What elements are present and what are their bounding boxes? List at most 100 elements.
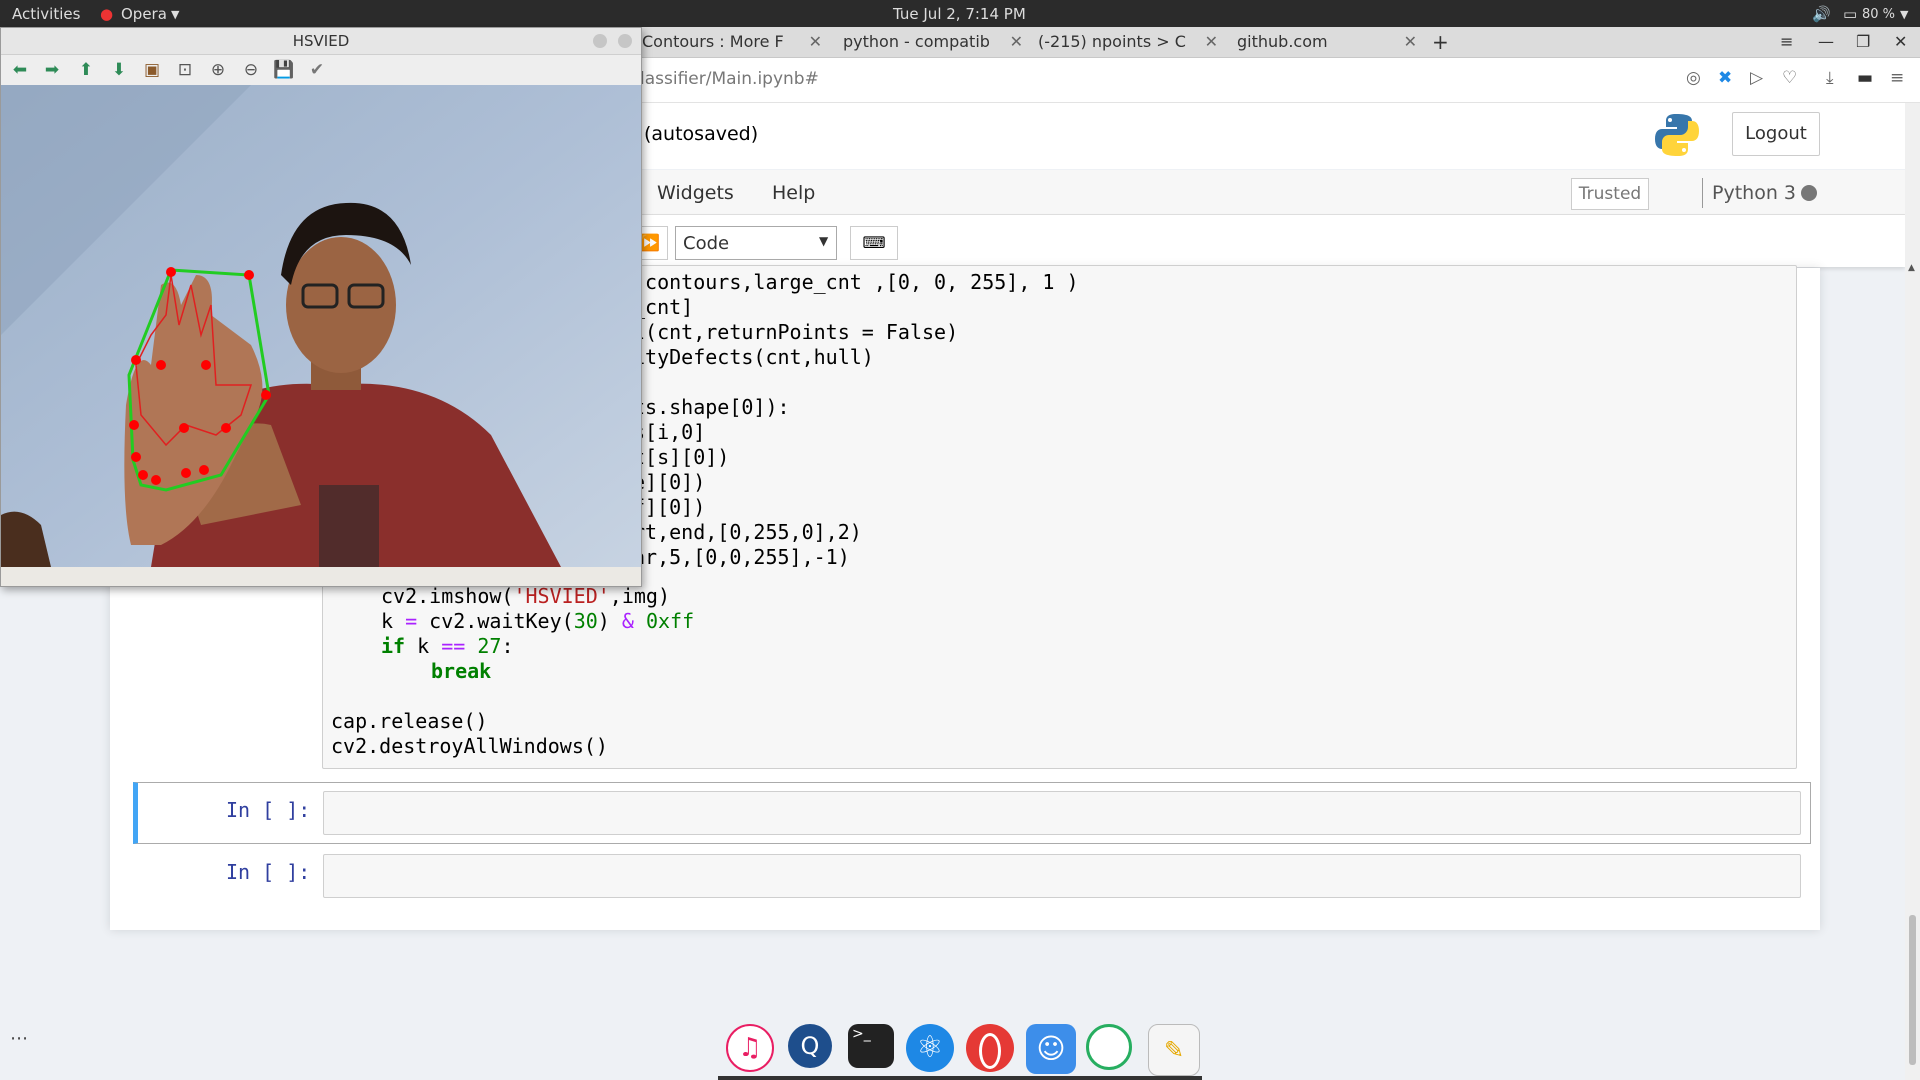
code-line: ,contours,large_cnt ,[0, 0, 255], 1 ) <box>633 270 1079 295</box>
close-icon[interactable]: ✕ <box>1404 27 1417 57</box>
battery-saver-icon[interactable]: ▬ <box>1857 68 1873 88</box>
menu-help[interactable]: Help <box>772 182 815 204</box>
logout-button[interactable]: Logout <box>1732 112 1820 156</box>
selected-cell[interactable]: In [ ]: <box>133 782 1811 844</box>
trusted-indicator[interactable]: Trusted <box>1571 178 1649 210</box>
zoom-reset-icon[interactable]: ▣ <box>141 59 163 81</box>
volume-icon[interactable]: 🔊 <box>1812 5 1831 23</box>
browser-tab[interactable]: github.com ✕ <box>1237 27 1417 57</box>
terminal-icon[interactable]: >_ <box>848 1024 894 1068</box>
tab-label: (-215) npoints > C <box>1038 32 1186 51</box>
chevron-down-icon: ▼ <box>171 8 180 21</box>
heart-icon[interactable]: ♡ <box>1782 68 1797 88</box>
properties-icon[interactable]: ✔ <box>306 59 328 81</box>
minimize-icon[interactable] <box>593 34 607 48</box>
code-line: rt,end,[0,255,0],2) <box>633 520 862 545</box>
opera-icon[interactable] <box>966 1024 1014 1072</box>
code-line-if: if k == 27: <box>381 634 514 658</box>
webcam-image <box>1 85 641 567</box>
finder-icon[interactable]: ☺ <box>1026 1024 1076 1074</box>
menu-widgets[interactable]: Widgets <box>657 182 734 204</box>
cell-type-select[interactable]: Code ▼ <box>675 226 837 260</box>
refresh-icon[interactable] <box>1086 1024 1132 1070</box>
code-line: t[s][0]) <box>633 445 729 470</box>
pan-right-icon[interactable]: ➡ <box>41 59 63 81</box>
tab-label: python - compatib <box>843 32 990 51</box>
close-icon[interactable] <box>618 34 632 48</box>
battery-level: 80 % <box>1862 7 1896 22</box>
window-title[interactable]: HSVIED <box>1 28 641 55</box>
code-line-destroy: cv2.destroyAllWindows() <box>331 734 608 758</box>
code-text: rt,end,[0,255,0],2) <box>633 520 862 544</box>
easy-setup-icon[interactable]: ≡ <box>1890 68 1904 88</box>
url-field[interactable]: lassifier/Main.ipynb# <box>640 69 819 89</box>
opencv-window[interactable]: HSVIED ⬅ ➡ ⬆ ⬇ ▣ ⊡ ⊕ ⊖ 💾 ✔ <box>0 27 642 587</box>
code-line: ts.shape[0]): <box>633 395 790 420</box>
show-apps-icon[interactable]: ⋯ <box>10 1028 28 1049</box>
app-menu[interactable]: Opera <box>121 5 167 23</box>
code-line-break: break <box>431 659 492 683</box>
scrollbar-thumb[interactable] <box>1909 915 1916 1065</box>
window-close-icon[interactable]: ✕ <box>1894 27 1914 57</box>
code-text: l(cnt,returnPoints = False) <box>633 320 959 344</box>
save-icon[interactable]: 💾 <box>273 59 295 81</box>
close-icon[interactable]: ✕ <box>1010 27 1023 57</box>
code-text: _cnt] <box>633 295 694 319</box>
activities-button[interactable]: Activities <box>12 5 80 23</box>
code-line: l(cnt,returnPoints = False) <box>633 320 958 345</box>
code-text: e][0]) <box>633 470 706 494</box>
scroll-up-icon[interactable]: ▲ <box>1908 263 1915 273</box>
code-text: ts.shape[0]): <box>633 395 790 419</box>
code-line-waitkey: k = cv2.waitKey(30) & 0xff <box>381 609 695 633</box>
autosave-status: (autosaved) <box>644 123 759 145</box>
pan-left-icon[interactable]: ⬅ <box>9 59 31 81</box>
search-icon[interactable]: Q <box>788 1024 832 1068</box>
code-line: ar,5,[0,0,255],-1) <box>633 545 850 570</box>
tab-menu-icon[interactable]: ≡ <box>1780 27 1800 57</box>
download-icon[interactable]: ⤓ <box>1826 68 1834 88</box>
code-text: ityDefects(cnt,hull) <box>633 345 874 369</box>
kernel-name: Python 3 <box>1712 182 1796 204</box>
code-text: ,contours,large_cnt ,[0, 0, 255], 1 ) <box>633 270 1079 294</box>
send-icon[interactable]: ▷ <box>1750 68 1763 88</box>
clock[interactable]: Tue Jul 2, 7:14 PM <box>893 5 1026 23</box>
keyboard-icon[interactable]: ⌨ <box>850 226 898 260</box>
page-scrollbar[interactable]: ▲ <box>1905 103 1920 1080</box>
code-text: ar,5,[0,0,255],-1) <box>633 545 850 569</box>
code-line: e][0]) <box>633 470 705 495</box>
zoom-in-icon[interactable]: ⊕ <box>207 59 229 81</box>
code-line-release: cap.release() <box>331 709 488 733</box>
camera-icon[interactable]: ◎ <box>1686 68 1701 88</box>
itunes-icon[interactable]: ♫ <box>726 1024 774 1072</box>
adblock-icon[interactable]: ✖ <box>1718 68 1732 88</box>
zoom-fit-icon[interactable]: ⊡ <box>174 59 196 81</box>
pan-up-icon[interactable]: ⬆ <box>75 59 97 81</box>
system-top-bar: Activities ● Opera ▼ Tue Jul 2, 7:14 PM … <box>0 0 1920 27</box>
opencv-statusbar <box>1 567 641 586</box>
code-cell[interactable]: In [ ]: <box>133 846 1805 906</box>
opera-icon: ● <box>100 5 114 23</box>
text-editor-icon[interactable]: ✎ <box>1148 1024 1200 1076</box>
dock-shelf <box>718 1076 1202 1080</box>
battery-icon: ▭ <box>1843 5 1858 23</box>
pan-down-icon[interactable]: ⬇ <box>108 59 130 81</box>
restore-icon[interactable]: ❐ <box>1856 27 1876 57</box>
code-text: s[i,0] <box>633 420 706 444</box>
opencv-toolbar: ⬅ ➡ ⬆ ⬇ ▣ ⊡ ⊕ ⊖ 💾 ✔ <box>1 55 641 85</box>
new-tab-button[interactable]: + <box>1432 27 1452 57</box>
atom-icon[interactable]: ⚛ <box>906 1024 954 1072</box>
system-menu-icon[interactable]: ▼ <box>1900 8 1908 21</box>
browser-tab[interactable]: python - compatib ✕ <box>843 27 1023 57</box>
minimize-icon[interactable]: — <box>1818 27 1838 57</box>
close-icon[interactable]: ✕ <box>809 27 822 57</box>
zoom-out-icon[interactable]: ⊖ <box>240 59 262 81</box>
empty-cell-input[interactable] <box>323 854 1801 898</box>
browser-tab[interactable]: Contours : More F ✕ <box>642 27 822 57</box>
cell-type-value: Code <box>683 233 730 254</box>
empty-cell-input[interactable] <box>323 791 1801 835</box>
close-icon[interactable]: ✕ <box>1205 27 1218 57</box>
tab-label: github.com <box>1237 32 1328 51</box>
code-line: _cnt] <box>633 295 693 320</box>
browser-tab[interactable]: (-215) npoints > C ✕ <box>1038 27 1218 57</box>
tab-label: Contours : More F <box>642 32 784 51</box>
